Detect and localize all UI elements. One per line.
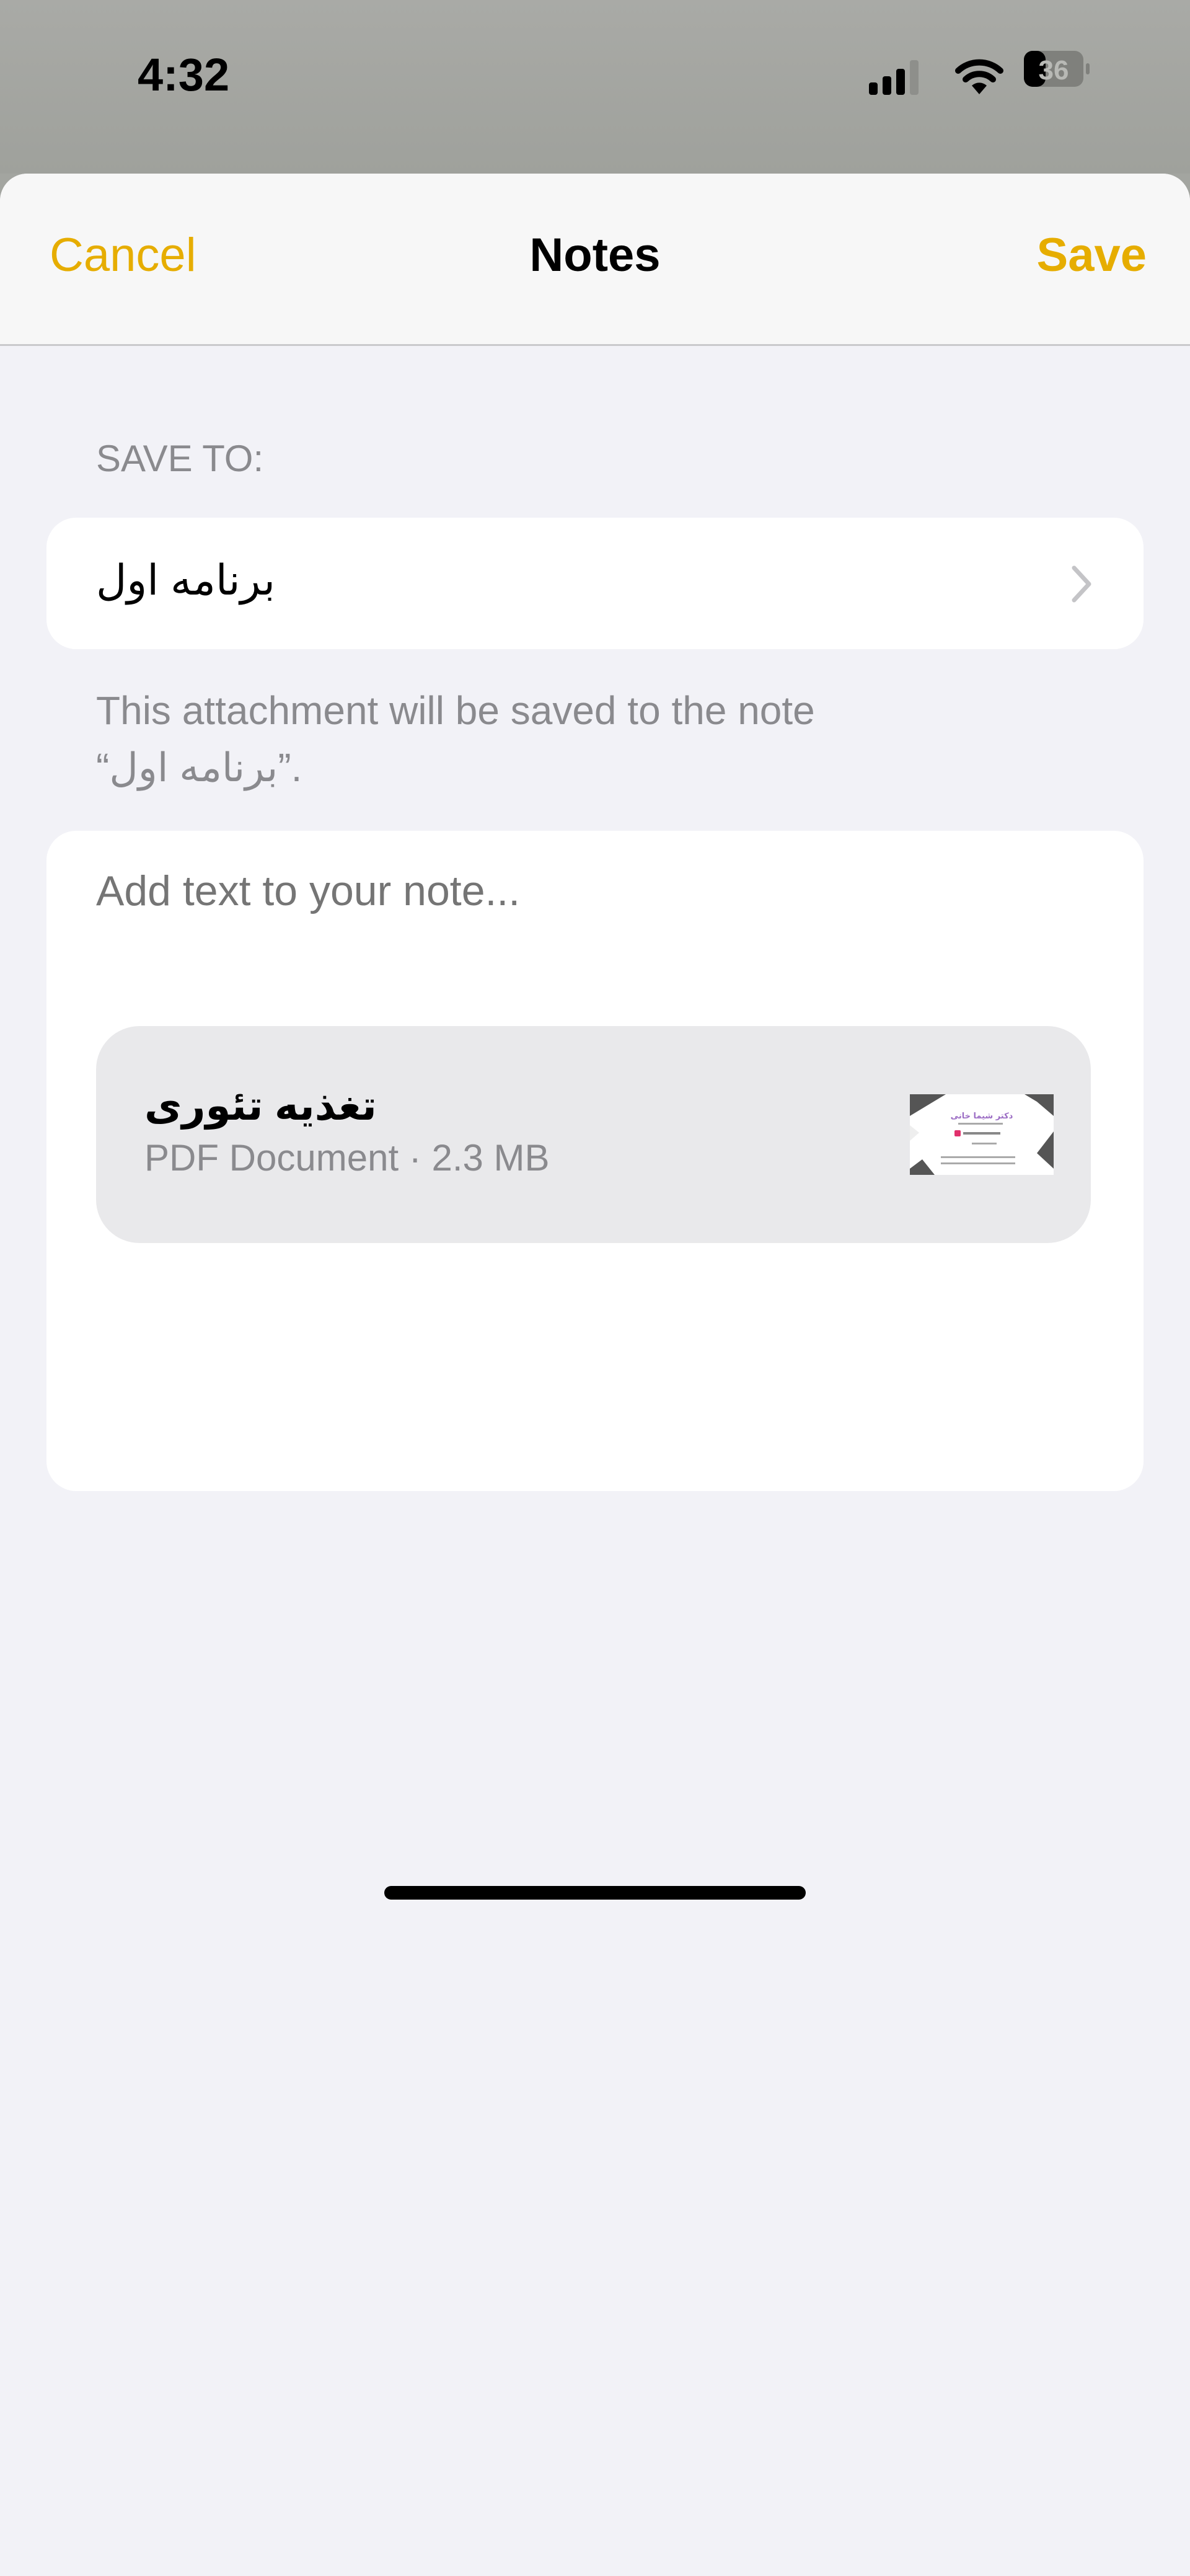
save-button[interactable]: Save xyxy=(1037,228,1147,282)
battery-level: 36 xyxy=(1039,55,1069,86)
save-to-label: SAVE TO: xyxy=(96,438,264,479)
thumbnail-title: دکتر شیما خانی xyxy=(951,1112,1013,1121)
chevron-right-icon xyxy=(1072,565,1091,603)
pdf-attachment[interactable]: تغذیه تئوری PDF Document · 2.3 MB دکتر ش… xyxy=(96,1026,1091,1243)
home-indicator[interactable] xyxy=(384,1886,806,1900)
footer-line-1: This attachment will be saved to the not… xyxy=(96,688,815,733)
sheet-title: Notes xyxy=(529,229,661,281)
selected-note-name: برنامه اول xyxy=(96,557,275,604)
wifi-icon xyxy=(955,59,1003,94)
attachment-meta: PDF Document · 2.3 MB xyxy=(144,1137,550,1179)
status-time: 4:32 xyxy=(138,49,230,100)
footer-line-2: “برنامه اول”. xyxy=(96,745,302,790)
nav-bar: Cancel Notes Save xyxy=(0,174,1190,346)
cellular-signal-icon xyxy=(869,60,919,95)
attachment-name: تغذیه تئوری xyxy=(144,1082,377,1128)
note-card: تغذیه تئوری PDF Document · 2.3 MB دکتر ش… xyxy=(46,831,1144,1491)
pdf-thumbnail: دکتر شیما خانی xyxy=(910,1094,1054,1175)
battery-icon: 36 xyxy=(1024,51,1090,87)
status-bar: 4:32 36 xyxy=(0,0,1190,174)
note-text-input[interactable] xyxy=(96,867,1088,915)
save-to-notes-sheet: Cancel Notes Save SAVE TO: برنامه اول Th… xyxy=(0,174,1190,2576)
save-destination-footer: This attachment will be saved to the not… xyxy=(96,682,1088,796)
note-picker-row[interactable]: برنامه اول xyxy=(46,518,1144,649)
